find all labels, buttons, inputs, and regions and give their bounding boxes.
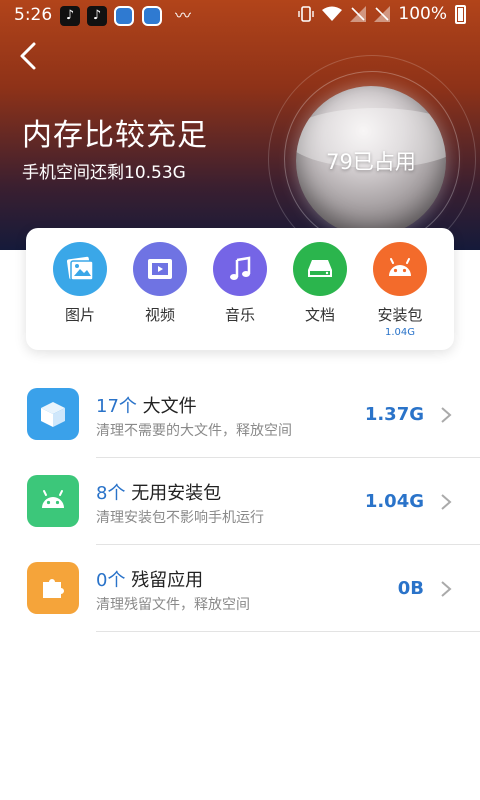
- divider: [96, 631, 480, 632]
- category-label: 安装包: [377, 306, 423, 324]
- category-label: 图片: [64, 306, 95, 324]
- vibrate-icon: [298, 6, 315, 22]
- signal-off-icon: [350, 6, 367, 22]
- category-videos[interactable]: 视频: [120, 242, 200, 325]
- row-title: 0个 残留应用: [96, 566, 203, 592]
- document-drive-icon: [293, 242, 347, 296]
- android-icon: [27, 475, 79, 527]
- row-title-text: 无用安装包: [131, 483, 222, 504]
- battery-percent: 100%: [398, 4, 447, 24]
- category-label: 文档: [304, 306, 335, 324]
- category-label: 音乐: [224, 306, 255, 324]
- cube-icon: [27, 388, 79, 440]
- category-size: 1.04G: [384, 327, 415, 338]
- header-banner: 5:26 ♪ ♪ 〰 100% 内存比较充足 手机空间还剩10.53G 79已占…: [0, 0, 480, 250]
- row-size: 1.37G: [364, 404, 424, 425]
- category-label: 视频: [144, 306, 175, 324]
- battery-icon: [455, 4, 466, 24]
- category-apks[interactable]: 安装包 1.04G: [360, 242, 440, 338]
- storage-usage-orb[interactable]: 79已占用: [296, 86, 446, 236]
- row-description: 清理不需要的大文件，释放空间: [96, 423, 292, 439]
- residual-apps-row[interactable]: 0个 残留应用 清理残留文件，释放空间 0B: [0, 544, 480, 632]
- wifi-icon: [322, 6, 343, 21]
- storage-remaining-text: 手机空间还剩10.53G: [22, 163, 186, 183]
- film-icon: [133, 242, 187, 296]
- back-arrow-icon[interactable]: [14, 38, 44, 74]
- category-documents[interactable]: 文档: [280, 242, 360, 325]
- chevron-right-icon: [441, 494, 452, 510]
- row-description: 清理安装包不影响手机运行: [96, 510, 264, 526]
- unused-apks-row[interactable]: 8个 无用安装包 清理安装包不影响手机运行 1.04G: [0, 457, 480, 545]
- row-count: 0个: [96, 570, 126, 591]
- category-card: 图片 视频 音乐 文档 安装包 1.04G: [26, 228, 454, 350]
- android-icon: [373, 242, 427, 296]
- signal-off-icon: [374, 6, 391, 22]
- status-icons: 100%: [298, 4, 466, 24]
- storage-usage-text: 79已占用: [326, 150, 416, 174]
- chevron-right-icon: [441, 581, 452, 597]
- row-title-text: 大文件: [142, 396, 197, 417]
- chevron-right-icon: [441, 407, 452, 423]
- status-time: 5:26: [14, 5, 53, 25]
- row-title: 17个 大文件: [96, 392, 197, 418]
- tiktok-notification-icon: ♪: [87, 6, 107, 26]
- row-title: 8个 无用安装包: [96, 479, 221, 505]
- app-notification-icon: [142, 6, 162, 26]
- row-size: 1.04G: [364, 491, 424, 512]
- row-description: 清理残留文件，释放空间: [96, 597, 250, 613]
- app-notification-icon: [114, 6, 134, 26]
- image-icon: [53, 242, 107, 296]
- tiktok-notification-icon: ♪: [60, 6, 80, 26]
- puzzle-icon: [27, 562, 79, 614]
- row-count: 17个: [96, 396, 137, 417]
- category-images[interactable]: 图片: [40, 242, 120, 325]
- row-size: 0B: [397, 578, 424, 599]
- storage-status-title: 内存比较充足: [22, 118, 208, 153]
- category-music[interactable]: 音乐: [200, 242, 280, 325]
- music-note-icon: [213, 242, 267, 296]
- swirl-notification-icon: 〰: [174, 6, 191, 25]
- row-title-text: 残留应用: [131, 570, 204, 591]
- status-bar: 5:26 ♪ ♪ 〰 100%: [0, 0, 480, 30]
- row-count: 8个: [96, 483, 126, 504]
- large-files-row[interactable]: 17个 大文件 清理不需要的大文件，释放空间 1.37G: [0, 370, 480, 458]
